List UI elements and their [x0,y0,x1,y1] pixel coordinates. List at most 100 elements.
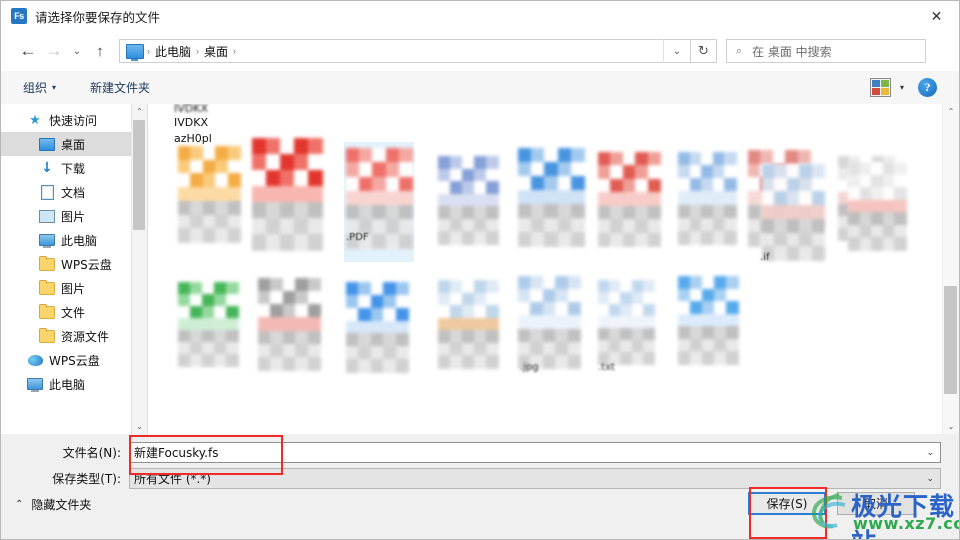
chevron-down-icon: ▾ [52,83,57,92]
address-bar[interactable]: › 此电脑 › 桌面 › ⌄ [119,39,691,63]
chevron-down-icon[interactable]: ⌄ [926,447,940,458]
file-thumbnail[interactable] [678,152,737,245]
download-icon: ↓ [41,160,53,176]
savetype-value: 所有文件 (*.*) [134,472,211,486]
file-thumbnail[interactable] [178,146,241,243]
file-label-txt: .txt [598,362,615,373]
back-icon[interactable]: ← [15,37,41,65]
file-thumbnail[interactable] [518,276,581,369]
savetype-label: 保存类型(T): [52,472,121,486]
file-name-partial: azH0pl [174,132,212,145]
close-icon[interactable]: ✕ [914,1,959,31]
monitor-icon [39,136,55,152]
file-list-pane[interactable]: IVDKX IVDKX azH0pl .PDF .if .jpg .txt ⌃ … [147,104,959,434]
filename-row: 文件名(N): 新建Focusky.fs ⌄ [1,442,941,463]
chevron-up-icon: ⌃ [15,499,24,510]
sidebar-list: ★快速访问桌面⇱↓下载⇱文档⇱图片此电脑WPS云盘图片文件资源文件WPS云盘此电… [1,104,147,396]
breadcrumb-this-pc[interactable]: 此电脑 [151,43,195,60]
folder-icon [39,255,55,272]
file-thumbnail[interactable] [252,138,323,251]
this-pc-icon [126,43,144,61]
chevron-down-icon[interactable]: ▾ [900,83,904,92]
file-label-gif: .if [760,252,770,263]
search-input[interactable]: ⌕ 在 桌面 中搜索 [726,39,926,63]
file-name-partial: IVDKX [174,104,208,115]
filename-input[interactable]: 新建Focusky.fs ⌄ [129,442,941,463]
chevron-down-icon[interactable]: ⌄ [926,473,940,484]
breadcrumb-separator[interactable]: › [232,46,237,56]
folder-icon [39,327,55,344]
sidebar-item-0[interactable]: ★ 快速访问 [1,108,147,132]
file-thumbnail[interactable] [848,162,907,251]
file-scroll-thumb[interactable] [944,286,957,394]
sidebar-item-9[interactable]: 资源文件 [1,324,147,348]
navigation-sidebar: ★快速访问桌面⇱↓下载⇱文档⇱图片此电脑WPS云盘图片文件资源文件WPS云盘此电… [1,104,147,434]
sidebar-item-5[interactable]: 此电脑 [1,228,147,252]
new-folder-button[interactable]: 新建文件夹 [82,76,158,100]
chevron-down-icon[interactable]: ⌄ [663,39,690,63]
file-thumbnail[interactable] [258,278,321,371]
file-thumbnail[interactable] [438,156,499,245]
sidebar-item-label: 文件 [61,305,86,320]
hide-folders-toggle[interactable]: ⌃ 隐藏文件夹 [15,496,91,513]
sidebar-item-label: WPS云盘 [61,257,112,272]
organize-label: 组织 [23,81,48,95]
savetype-row: 保存类型(T): 所有文件 (*.*) ⌄ [1,468,941,489]
file-label-jpg: .jpg [520,362,539,373]
focusky-app-icon: Fs [11,8,27,24]
sidebar-scroll-thumb[interactable] [133,120,145,230]
file-thumbnail[interactable] [762,164,825,261]
file-list-scrollbar[interactable]: ⌃ ⌄ [942,104,959,434]
sidebar-scrollbar[interactable]: ⌃ ⌄ [131,104,147,434]
title-bar: Fs 请选择你要保存的文件 ✕ [1,1,959,31]
file-name-partial: IVDKX [174,116,208,129]
cloud-icon [27,352,43,368]
file-thumbnail[interactable] [346,282,409,373]
sidebar-item-8[interactable]: 文件 [1,300,147,324]
sidebar-item-7[interactable]: 图片 [1,276,147,300]
filename-value: 新建Focusky.fs [134,446,219,460]
command-toolbar: 组织 ▾ 新建文件夹 ▾ ? [1,71,959,105]
file-thumbnail[interactable] [518,148,585,247]
sidebar-item-6[interactable]: WPS云盘 [1,252,147,276]
save-file-dialog: Fs 请选择你要保存的文件 ✕ ← → ⌄ ↑ › 此电脑 › 桌面 › ⌄ ↻… [0,0,960,540]
dialog-form-area: 文件名(N): 新建Focusky.fs ⌄ 保存类型(T): 所有文件 (*.… [1,434,959,539]
organize-button[interactable]: 组织 ▾ [15,76,64,100]
file-thumbnail[interactable] [178,282,239,367]
sidebar-item-11[interactable]: 此电脑 [1,372,147,396]
file-label-pdf: .PDF [346,232,369,243]
sidebar-item-label: WPS云盘 [49,353,100,368]
sidebar-item-3[interactable]: 文档⇱ [1,180,147,204]
sidebar-item-label: 文档 [61,185,86,200]
recent-locations-icon[interactable]: ⌄ [67,37,87,65]
cancel-button[interactable]: 取消 [837,492,915,515]
new-folder-label: 新建文件夹 [90,81,151,95]
file-thumbnail[interactable] [678,276,739,365]
file-thumbnail[interactable] [598,152,661,247]
thispc-icon [39,232,55,248]
up-icon[interactable]: ↑ [87,37,113,65]
view-options-icon[interactable] [869,78,891,97]
file-thumbnail[interactable] [438,280,499,369]
save-button[interactable]: 保存(S) [748,492,826,515]
savetype-select[interactable]: 所有文件 (*.*) ⌄ [129,468,941,489]
sidebar-item-2[interactable]: ↓下载⇱ [1,156,147,180]
scroll-up-icon[interactable]: ⌃ [132,104,147,119]
document-icon [39,184,55,200]
thispc-icon [27,376,43,392]
hide-folders-label: 隐藏文件夹 [31,498,92,512]
filename-label: 文件名(N): [62,446,121,460]
forward-icon[interactable]: → [41,37,67,65]
help-icon[interactable]: ? [918,78,937,97]
sidebar-item-10[interactable]: WPS云盘 [1,348,147,372]
sidebar-item-4[interactable]: 图片 [1,204,147,228]
refresh-icon[interactable]: ↻ [691,39,717,63]
scroll-down-icon[interactable]: ⌄ [132,419,147,434]
search-icon: ⌕ [735,44,743,57]
sidebar-item-1[interactable]: 桌面⇱ [1,132,147,156]
scroll-up-icon[interactable]: ⌃ [943,104,959,119]
scroll-down-icon[interactable]: ⌄ [943,419,959,434]
search-placeholder: 在 桌面 中搜索 [752,44,832,59]
file-thumbnail[interactable] [598,280,655,365]
breadcrumb-desktop[interactable]: 桌面 [200,43,232,60]
